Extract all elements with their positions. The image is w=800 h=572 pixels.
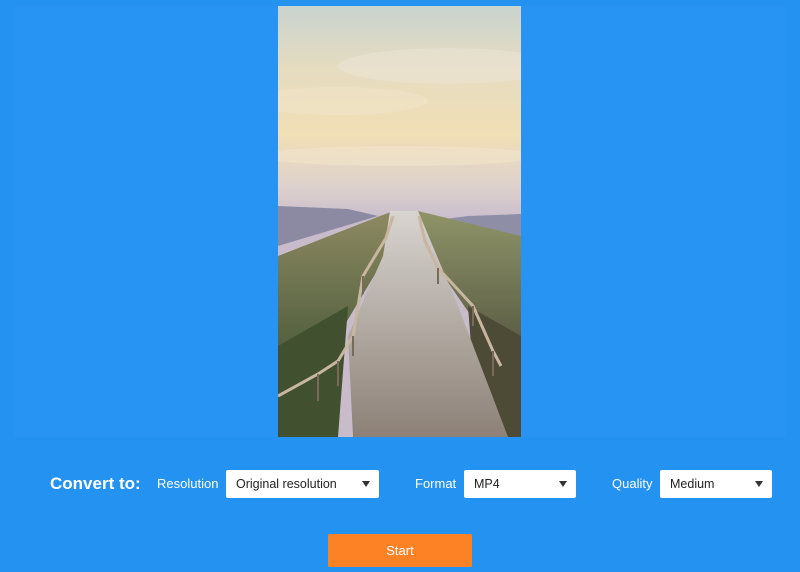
resolution-label: Resolution [157, 476, 219, 491]
resolution-select[interactable]: Original resolution [226, 470, 379, 498]
video-preview[interactable] [278, 6, 521, 437]
video-preview-area [14, 6, 786, 437]
video-converter-app: Convert to: Resolution Original resoluti… [0, 0, 800, 572]
chevron-down-icon [559, 481, 567, 487]
quality-select[interactable]: Medium [660, 470, 772, 498]
quality-label: Quality [612, 476, 653, 491]
video-thumbnail-image [278, 6, 521, 437]
start-button[interactable]: Start [328, 534, 472, 567]
format-label: Format [415, 476, 457, 491]
quality-select-value: Medium [670, 477, 715, 491]
format-select[interactable]: MP4 [464, 470, 576, 498]
chevron-down-icon [755, 481, 763, 487]
chevron-down-icon [362, 481, 370, 487]
format-select-value: MP4 [474, 477, 500, 491]
resolution-select-value: Original resolution [236, 477, 337, 491]
convert-options-bar: Convert to: Resolution Original resoluti… [0, 468, 800, 500]
convert-to-label: Convert to: [50, 474, 141, 493]
